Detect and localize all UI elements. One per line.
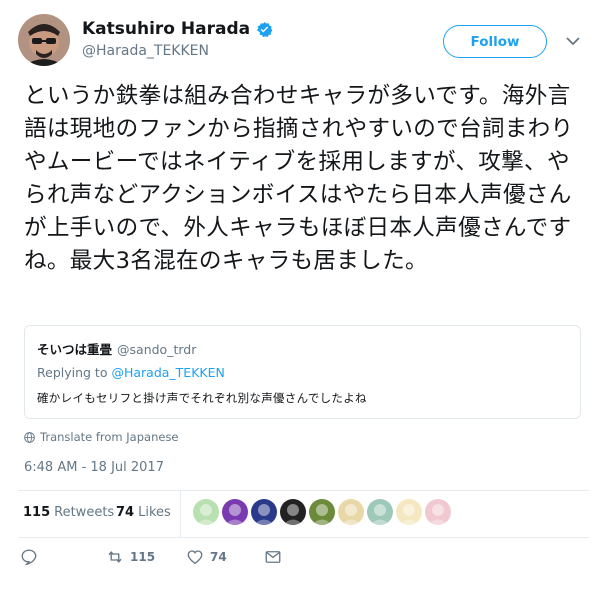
liker-avatar-7[interactable] — [367, 499, 393, 525]
timestamp: 6:48 AM - 18 Jul 2017 — [24, 460, 164, 475]
direct-message-button[interactable] — [264, 548, 282, 566]
tweet: Katsuhiro Harada @Harada_TEKKEN Follow と… — [0, 0, 607, 597]
quote-author-name: そいつは重畳 — [37, 342, 113, 357]
reply-icon — [21, 549, 37, 566]
liker-avatar-2[interactable] — [222, 499, 248, 525]
quoted-tweet[interactable]: そいつは重畳 @sando_trdr Replying to @Harada_T… — [24, 325, 581, 419]
stats-bar: 115 Retweets 74 Likes — [18, 490, 589, 538]
quote-replying-line: Replying to @Harada_TEKKEN — [37, 365, 225, 380]
retweet-action-count: 115 — [130, 550, 156, 564]
liker-avatar-8[interactable] — [396, 499, 422, 525]
liker-avatar-5[interactable] — [309, 499, 335, 525]
translate-label[interactable]: Translate from Japanese — [40, 430, 179, 444]
reply-button[interactable] — [20, 548, 38, 566]
liker-avatar-6[interactable] — [338, 499, 364, 525]
quote-header: そいつは重畳 @sando_trdr — [37, 339, 196, 358]
chevron-down-icon[interactable] — [565, 35, 581, 47]
globe-icon — [24, 431, 35, 443]
follow-button[interactable]: Follow — [443, 25, 547, 58]
author-handle[interactable]: @Harada_TEKKEN — [82, 43, 209, 59]
like-button[interactable]: 74 — [186, 548, 227, 566]
tweet-text: というか鉄拳は組み合わせキャラが多いです。海外言語は現地のファンから指摘されやす… — [24, 83, 574, 274]
retweet-button[interactable]: 115 — [106, 548, 155, 566]
likers-list — [193, 499, 451, 525]
avatar[interactable] — [18, 14, 70, 66]
likes-count: 74 — [116, 505, 135, 520]
stats-divider — [180, 491, 181, 537]
quote-author-handle: @sando_trdr — [117, 342, 197, 357]
liker-avatar-4[interactable] — [280, 499, 306, 525]
author-name-row[interactable]: Katsuhiro Harada — [82, 19, 273, 39]
translate-link[interactable]: Translate from Japanese — [24, 430, 179, 444]
retweets-count: 115 — [23, 505, 51, 520]
retweets-label: Retweets — [54, 505, 115, 520]
likes-stat[interactable]: 74 Likes — [116, 505, 171, 520]
liker-avatar-9[interactable] — [425, 499, 451, 525]
heart-icon — [187, 550, 203, 565]
author-display-name[interactable]: Katsuhiro Harada — [82, 19, 250, 39]
like-action-count: 74 — [210, 550, 227, 564]
retweet-icon — [108, 551, 122, 563]
retweets-stat[interactable]: 115 Retweets — [23, 505, 114, 520]
quote-text: 確かレイもセリフと掛け声でそれぞれ別な声優さんでしたよね — [37, 391, 367, 405]
liker-avatar-1[interactable] — [193, 499, 219, 525]
envelope-icon — [265, 551, 281, 563]
quote-replying-prefix: Replying to — [37, 365, 108, 380]
quote-replying-target[interactable]: @Harada_TEKKEN — [111, 365, 224, 380]
liker-avatar-3[interactable] — [251, 499, 277, 525]
likes-label: Likes — [138, 505, 171, 520]
verified-badge-icon — [257, 21, 273, 37]
